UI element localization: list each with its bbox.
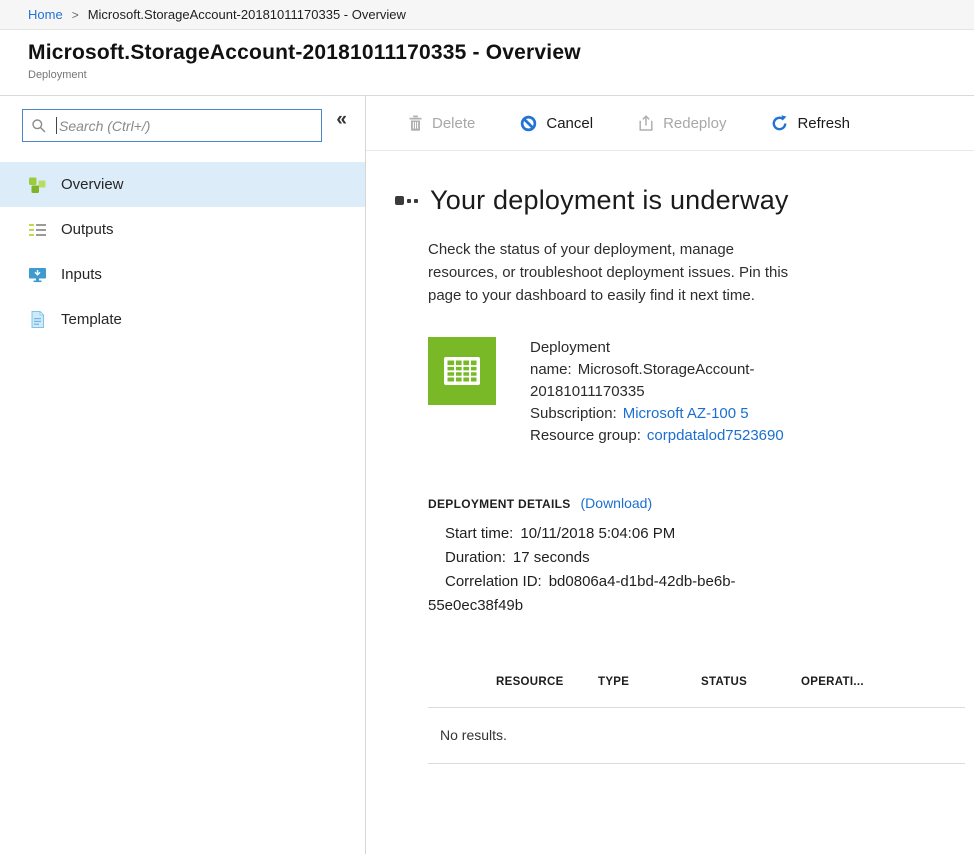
blade-content: Your deployment is underway Check the st… [366,151,974,854]
correlation-id-row: Correlation ID:bd0806a4-d1bd-42db-be6b-5… [428,570,818,618]
trash-icon [408,115,423,131]
redeploy-button[interactable]: Redeploy [638,115,726,132]
sidebar-item-label: Outputs [61,221,114,238]
deployment-details-header: DEPLOYMENT DETAILS (Download) [428,495,974,511]
sidebar-item-template[interactable]: Template [0,297,365,342]
template-document-icon [28,310,47,329]
column-header-status: STATUS [701,676,801,688]
deployment-card: Deployment name:Microsoft.StorageAccount… [428,337,974,447]
breadcrumb-separator: > [72,8,79,22]
inputs-monitor-icon [28,265,47,284]
refresh-icon [771,115,788,132]
deployment-progress-dots-icon [395,196,418,205]
duration-label: Duration: [445,549,506,566]
start-time-label: Start time: [445,525,513,542]
toolbar-button-label: Cancel [546,115,593,132]
deployment-status-heading: Your deployment is underway [430,185,789,216]
sidebar-item-label: Overview [61,176,124,193]
cancel-button[interactable]: Cancel [520,115,593,132]
page-title: Microsoft.StorageAccount-20181011170335 … [28,41,974,65]
resource-group-row: Resource group: corpdatalod7523690 [530,425,804,447]
no-results-text: No results. [428,708,965,763]
resource-group-label: Resource group: [530,427,641,444]
column-header-operation: OPERATI... [801,676,864,688]
outputs-list-icon [28,220,47,239]
search-input[interactable] [57,118,313,134]
search-icon [31,118,47,134]
download-link[interactable]: (Download) [581,495,653,511]
sidebar-item-inputs[interactable]: Inputs [0,252,365,297]
azure-portal-deployment-blade: Home > Microsoft.StorageAccount-20181011… [0,0,974,854]
subscription-label: Subscription: [530,405,617,422]
start-time-value: 10/11/2018 5:04:06 PM [520,525,675,542]
deployment-description: Check the status of your deployment, man… [428,238,806,307]
sidebar-collapse-button[interactable]: « [332,106,351,133]
sidebar-item-overview[interactable]: Overview [0,162,365,207]
start-time-row: Start time: 10/11/2018 5:04:06 PM [428,522,818,546]
deployment-name-row: name:Microsoft.StorageAccount-2018101117… [530,359,804,403]
cancel-slash-icon [520,115,537,132]
sidebar-item-label: Template [61,311,122,328]
duration-value: 17 seconds [513,549,590,566]
sidebar-nav: Overview Outputs [0,162,365,342]
blade-main: Delete Cancel [366,96,974,854]
deployment-cubes-icon [28,175,47,194]
toolbar-button-label: Redeploy [663,115,726,132]
search-box[interactable] [22,109,322,142]
breadcrumb: Home > Microsoft.StorageAccount-20181011… [0,0,974,30]
subscription-row: Subscription: Microsoft AZ-100 5 [530,403,804,425]
blade-sidebar: « Overview [0,96,366,854]
refresh-button[interactable]: Refresh [771,115,850,132]
duration-row: Duration: 17 seconds [428,546,818,570]
sidebar-item-outputs[interactable]: Outputs [0,207,365,252]
deployment-grid-icon [428,337,496,405]
column-header-type: TYPE [598,676,701,688]
resources-table: RESOURCE TYPE STATUS OPERATI... No resul… [428,676,965,764]
deployment-details-list: Start time: 10/11/2018 5:04:06 PM Duratio… [428,522,818,618]
toolbar-button-label: Delete [432,115,475,132]
deployment-name-label: name: [530,361,572,378]
page-subtitle: Deployment [28,69,974,81]
delete-button[interactable]: Delete [408,115,475,132]
page-header: Microsoft.StorageAccount-20181011170335 … [0,30,974,96]
deployment-details-section-label: DEPLOYMENT DETAILS [428,497,571,511]
toolbar: Delete Cancel [366,96,974,151]
toolbar-button-label: Refresh [797,115,850,132]
breadcrumb-current: Microsoft.StorageAccount-20181011170335 … [88,7,406,22]
subscription-link[interactable]: Microsoft AZ-100 5 [623,405,749,422]
breadcrumb-home-link[interactable]: Home [28,7,63,22]
column-header-resource: RESOURCE [496,676,598,688]
resource-group-link[interactable]: corpdatalod7523690 [647,427,784,444]
correlation-id-label: Correlation ID: [445,573,542,590]
table-divider-bottom [428,763,965,764]
resources-table-header: RESOURCE TYPE STATUS OPERATI... [428,676,965,688]
deployment-card-title: Deployment [530,337,804,359]
sidebar-item-label: Inputs [61,266,102,283]
redeploy-upload-icon [638,115,654,131]
